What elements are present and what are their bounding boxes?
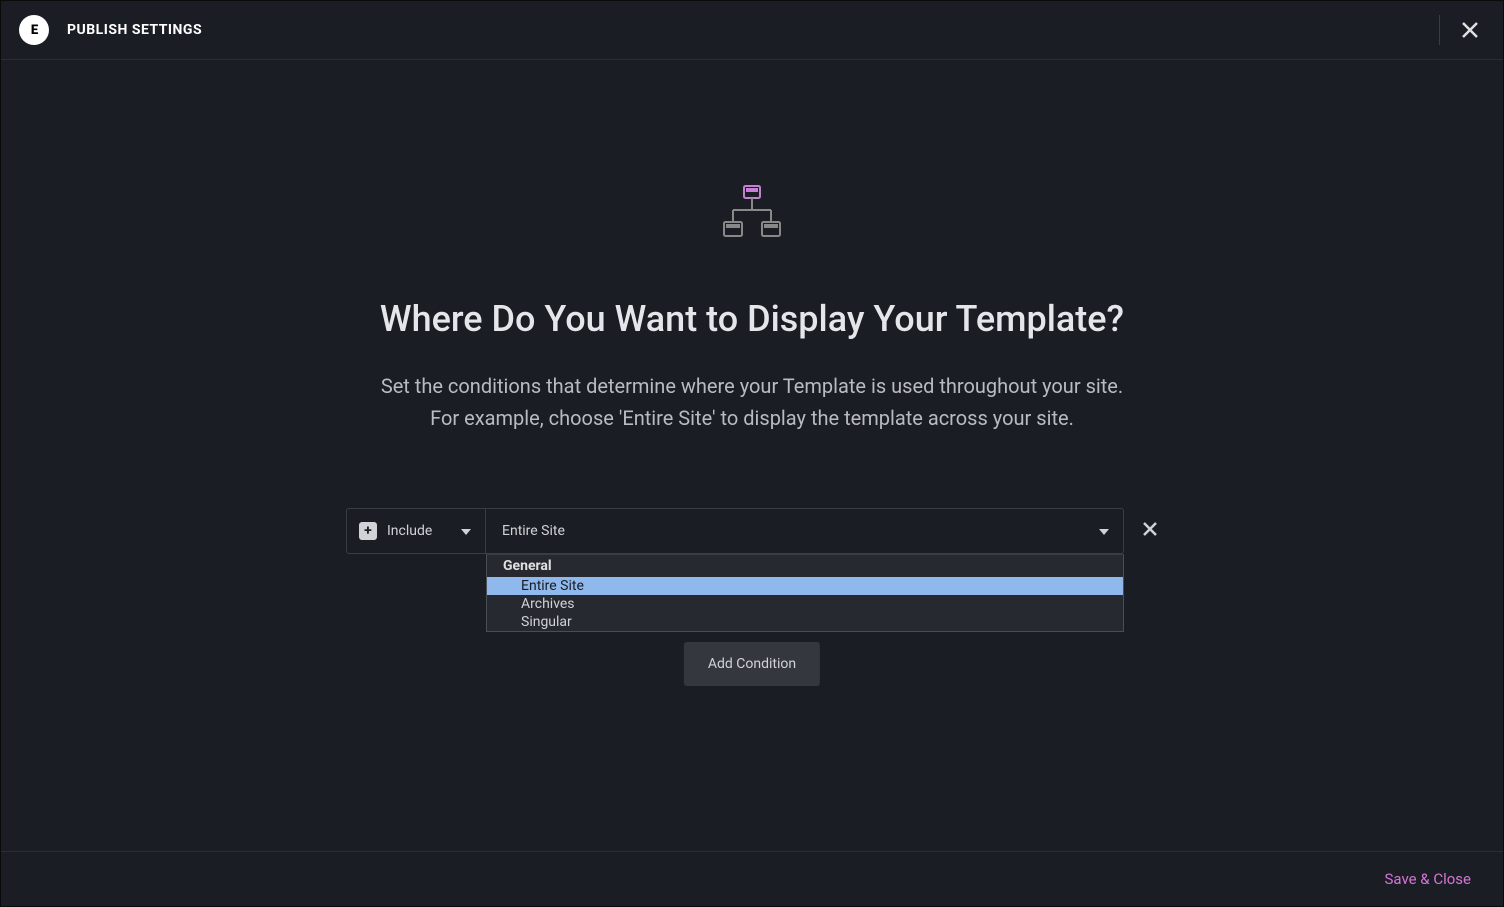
condition-row: + Include Entire Site Genera bbox=[346, 508, 1158, 554]
remove-condition-button[interactable] bbox=[1142, 521, 1158, 541]
page-heading: Where Do You Want to Display Your Templa… bbox=[380, 298, 1124, 340]
page-description: Set the conditions that determine where … bbox=[381, 370, 1123, 434]
dropdown-option-archives[interactable]: Archives bbox=[487, 595, 1123, 613]
include-exclude-select[interactable]: + Include bbox=[346, 508, 486, 554]
close-icon bbox=[1461, 21, 1479, 39]
scope-dropdown: General Entire Site Archives Singular bbox=[486, 554, 1124, 632]
scope-selected-value: Entire Site bbox=[502, 523, 565, 539]
logo-letter: E bbox=[31, 23, 37, 38]
modal-body: Where Do You Want to Display Your Templa… bbox=[1, 60, 1503, 851]
sitemap-icon bbox=[722, 185, 782, 243]
close-button[interactable] bbox=[1461, 21, 1479, 39]
save-and-close-button[interactable]: Save & Close bbox=[1384, 870, 1471, 888]
close-icon bbox=[1142, 521, 1158, 537]
chevron-down-icon bbox=[461, 523, 471, 539]
elementor-logo: E bbox=[19, 15, 49, 45]
plus-icon: + bbox=[359, 522, 377, 540]
condition-scope-select[interactable]: Entire Site bbox=[486, 508, 1124, 554]
modal-title: PUBLISH SETTINGS bbox=[67, 22, 202, 38]
add-condition-button[interactable]: Add Condition bbox=[684, 642, 820, 686]
description-line-1: Set the conditions that determine where … bbox=[381, 370, 1123, 402]
chevron-down-icon bbox=[1099, 523, 1109, 539]
dropdown-group-label: General bbox=[487, 555, 1123, 577]
modal-footer: Save & Close bbox=[1, 851, 1503, 906]
modal-header: E PUBLISH SETTINGS bbox=[1, 1, 1503, 60]
dropdown-option-entire-site[interactable]: Entire Site bbox=[487, 577, 1123, 595]
include-label: Include bbox=[387, 523, 432, 539]
dropdown-option-singular[interactable]: Singular bbox=[487, 613, 1123, 631]
description-line-2: For example, choose 'Entire Site' to dis… bbox=[381, 402, 1123, 434]
